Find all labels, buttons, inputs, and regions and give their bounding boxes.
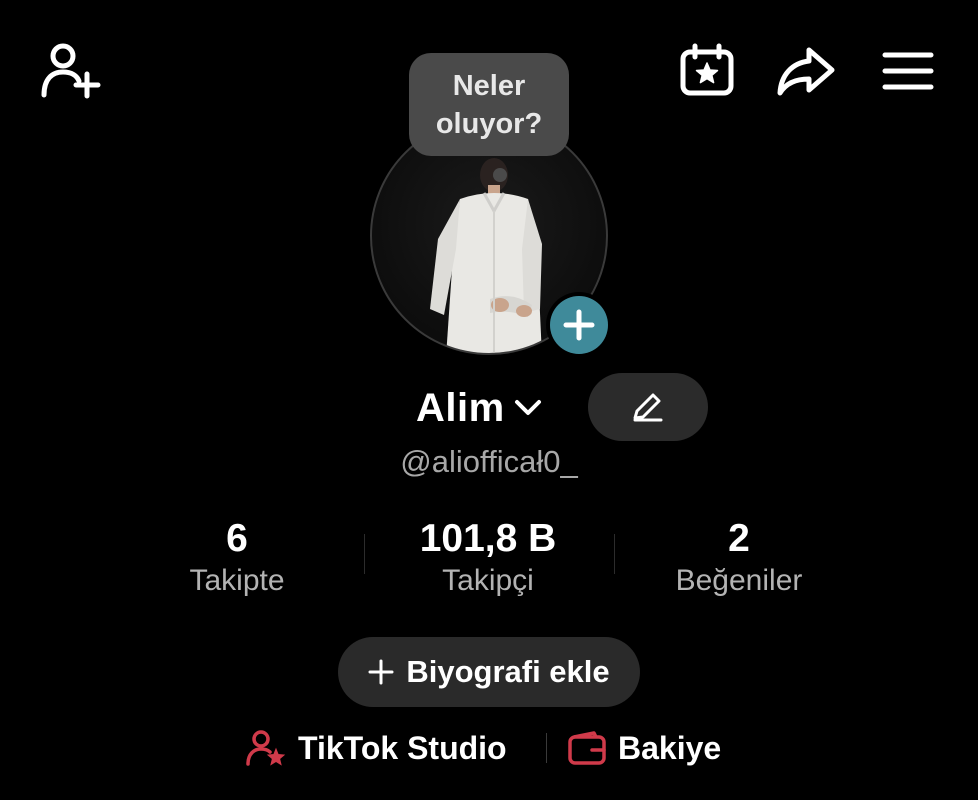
add-bio-label: Biyografi ekle [406, 654, 610, 689]
calendar-button[interactable] [678, 42, 736, 98]
add-story-button[interactable] [546, 292, 612, 358]
stat-followers-value: 101,8 B [419, 517, 557, 560]
links-divider [546, 733, 547, 763]
tooltip-line-1: Neler [452, 69, 526, 102]
profile-name: Alim [416, 385, 505, 430]
stat-divider [614, 534, 615, 574]
stat-divider [364, 534, 365, 574]
share-button[interactable] [776, 44, 836, 98]
plus-icon [368, 659, 394, 685]
stat-followers-label: Takipçi [442, 564, 534, 597]
menu-button[interactable] [880, 50, 936, 92]
whats-happening-tooltip[interactable]: Neler oluyor? [409, 53, 569, 156]
stat-following-label: Takipte [189, 564, 285, 597]
edit-profile-button[interactable] [588, 373, 708, 441]
tiktok-studio-label: TikTok Studio [298, 729, 507, 766]
pencil-icon [633, 393, 663, 422]
creator-star-icon [246, 730, 286, 766]
share-icon [777, 47, 835, 96]
add-friend-button[interactable] [38, 40, 102, 100]
stat-likes[interactable]: 2 Beğeniler [629, 517, 849, 601]
tooltip-pointer-dot [493, 168, 507, 182]
balance-link[interactable]: Bakiye [568, 726, 721, 770]
add-bio-button[interactable]: Biyografi ekle [338, 637, 640, 707]
add-friend-icon [41, 43, 101, 99]
plus-icon [563, 309, 595, 341]
stat-following[interactable]: 6 Takipte [127, 517, 347, 601]
wallet-icon [568, 731, 606, 765]
calendar-star-icon [680, 43, 734, 96]
stat-followers[interactable]: 101,8 B Takipçi [378, 517, 598, 601]
stat-likes-label: Beğeniler [675, 564, 803, 597]
balance-label: Bakiye [618, 729, 722, 766]
tiktok-studio-link[interactable]: TikTok Studio [246, 726, 507, 770]
profile-name-switcher[interactable]: Alim [416, 384, 543, 432]
tooltip-line-2: oluyor? [435, 107, 543, 140]
stat-likes-value: 2 [728, 517, 750, 560]
stat-following-value: 6 [226, 517, 248, 560]
chevron-down-icon [514, 400, 541, 415]
profile-handle: @aliofficał0_ [400, 444, 578, 479]
menu-icon [882, 52, 934, 90]
